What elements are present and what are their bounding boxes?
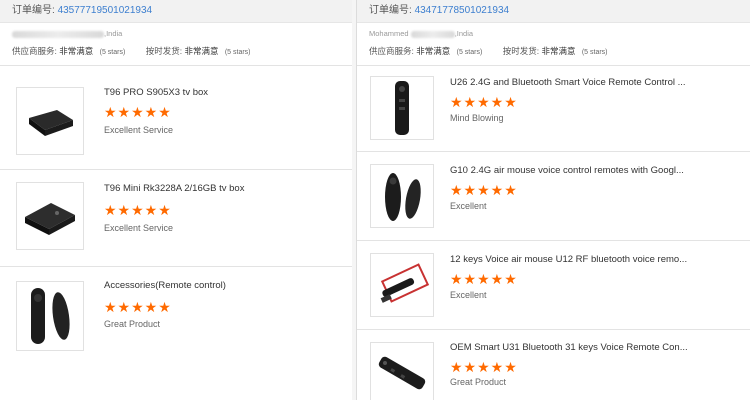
right-order-panel: 订单编号: 43471778501021934 Mohammed ,India … (356, 0, 750, 400)
tv-box-image[interactable] (16, 182, 84, 250)
shipping-label: 按时发货: (145, 46, 183, 56)
order-number-label: 订单编号: (12, 5, 55, 16)
product-title[interactable]: Accessories(Remote control) (104, 280, 344, 291)
rating-stars: ★★★★★ (104, 104, 172, 120)
review-comment: Excellent Service (104, 125, 174, 135)
redacted-buyer-name (12, 30, 104, 38)
supplier-service-value: 非常满意 (59, 46, 94, 56)
review-comment: Great Product (104, 319, 161, 329)
rating-stars: ★★★★★ (104, 299, 172, 315)
shipping-stars: (5 stars) (224, 49, 251, 56)
product-review-item: OEM Smart U31 Bluetooth 31 keys Voice Re… (357, 330, 750, 400)
left-order-panel: 订单编号: 43577719501021934 ,India 供应商服务: 非常… (0, 0, 353, 400)
supplier-service-stars: (5 stars) (456, 49, 483, 56)
shipping-value: 非常满意 (541, 46, 576, 56)
order-number-link[interactable]: 43577719501021934 (58, 5, 153, 16)
seller-ratings: 供应商服务: 非常满意 (5 stars) 按时发货: 非常满意 (5 star… (357, 45, 750, 59)
shipping-label: 按时发货: (502, 46, 540, 56)
product-review-item: 12 keys Voice air mouse U12 RF bluetooth… (357, 241, 750, 330)
buyer-info: ,India (0, 29, 352, 45)
shipping-value: 非常满意 (184, 46, 219, 56)
product-title[interactable]: T96 Mini Rk3228A 2/16GB tv box (104, 183, 344, 194)
product-title[interactable]: 12 keys Voice air mouse U12 RF bluetooth… (450, 254, 744, 265)
buyer-info: Mohammed ,India (369, 29, 474, 38)
tv-box-image[interactable] (16, 87, 84, 155)
order-number-label: 订单编号: (369, 5, 412, 16)
rating-stars: ★★★★★ (450, 182, 518, 198)
product-review-item: U26 2.4G and Bluetooth Smart Voice Remot… (357, 65, 750, 152)
rating-stars: ★★★★★ (450, 94, 518, 110)
product-review-item: T96 Mini Rk3228A 2/16GB tv box ★★★★★ Exc… (0, 170, 352, 267)
seller-ratings: 供应商服务: 非常满意 (5 stars) 按时发货: 非常满意 (5 star… (0, 45, 352, 59)
supplier-service-label: 供应商服务: (369, 46, 414, 56)
product-title[interactable]: T96 PRO S905X3 tv box (104, 87, 344, 98)
review-comment: Excellent (450, 201, 487, 211)
product-title[interactable]: U26 2.4G and Bluetooth Smart Voice Remot… (450, 77, 744, 88)
review-comment: Excellent (450, 290, 487, 300)
remote-control-image[interactable] (370, 342, 434, 400)
remote-control-image[interactable] (16, 281, 84, 351)
air-mouse-remote-image[interactable] (370, 164, 434, 228)
review-comment: Great Product (450, 377, 507, 387)
product-review-item: G10 2.4G air mouse voice control remotes… (357, 152, 750, 241)
rating-stars: ★★★★★ (450, 359, 518, 375)
remote-control-image[interactable] (370, 76, 434, 140)
review-comment: Mind Blowing (450, 113, 504, 123)
order-number-link[interactable]: 43471778501021934 (415, 5, 510, 16)
product-title[interactable]: G10 2.4G air mouse voice control remotes… (450, 165, 744, 176)
buyer-country: India (456, 29, 474, 38)
redacted-buyer-name (410, 30, 455, 38)
supplier-service-stars: (5 stars) (99, 49, 126, 56)
supplier-service-value: 非常满意 (416, 46, 451, 56)
divider (0, 65, 352, 66)
order-header: 订单编号: 43471778501021934 (357, 0, 750, 23)
product-review-item: Accessories(Remote control) ★★★★★ Great … (0, 267, 352, 400)
buyer-name: Mohammed (369, 29, 409, 38)
buyer-country: India (106, 29, 123, 38)
rating-stars: ★★★★★ (450, 271, 518, 287)
shipping-stars: (5 stars) (581, 49, 608, 56)
remote-box-image[interactable] (370, 253, 434, 317)
rating-stars: ★★★★★ (104, 202, 172, 218)
review-comment: Excellent Service (104, 223, 174, 233)
product-title[interactable]: OEM Smart U31 Bluetooth 31 keys Voice Re… (450, 342, 744, 353)
supplier-service-label: 供应商服务: (12, 46, 57, 56)
order-header: 订单编号: 43577719501021934 (0, 0, 352, 23)
product-review-item: T96 PRO S905X3 tv box ★★★★★ Excellent Se… (0, 75, 352, 170)
